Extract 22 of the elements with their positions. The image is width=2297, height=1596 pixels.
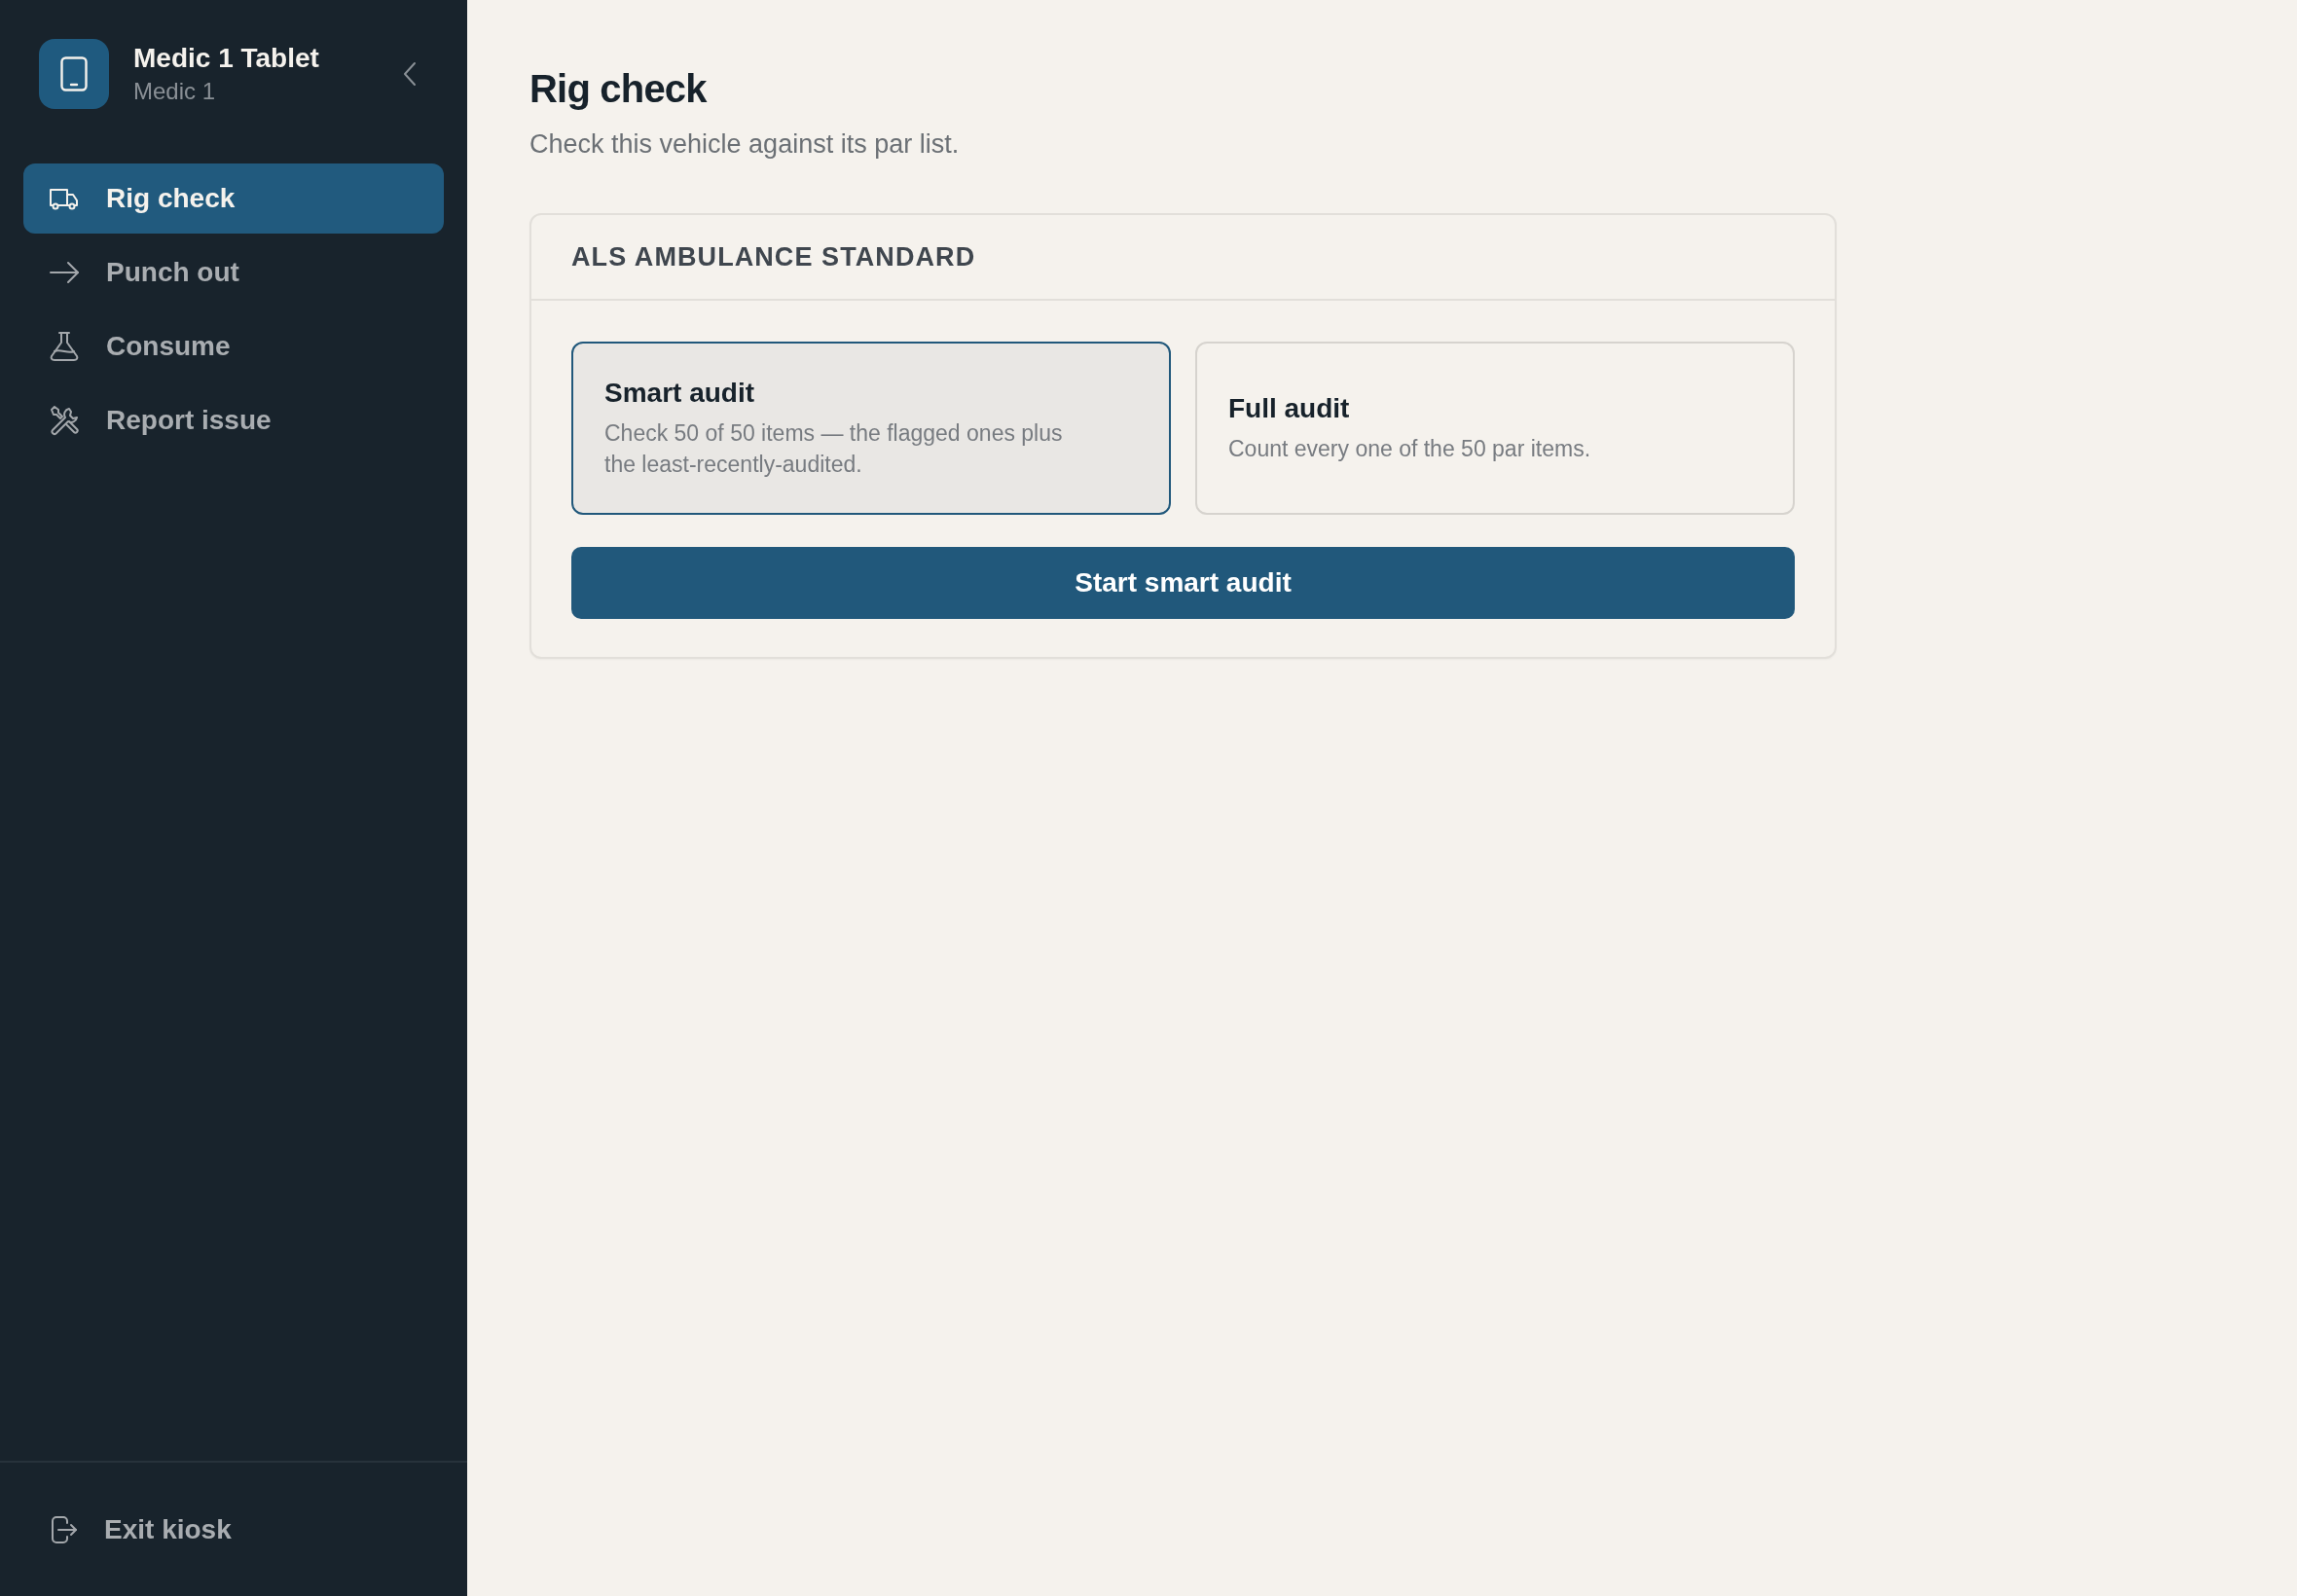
chevron-left-icon[interactable] xyxy=(403,61,417,87)
nav-item[interactable]: Consume xyxy=(23,311,444,381)
audit-option[interactable]: Full audit Count every one of the 50 par items. xyxy=(1195,342,1795,515)
option-title: Full audit xyxy=(1228,392,1350,425)
start-audit-button[interactable]: Start smart audit xyxy=(571,547,1795,619)
device-subtitle: Medic 1 xyxy=(133,77,217,106)
wrench-screwdriver-icon xyxy=(49,405,80,436)
page-subtitle: Check this vehicle against its par list. xyxy=(529,128,961,161)
nav-item[interactable]: Rig check xyxy=(23,163,444,234)
flask-icon xyxy=(49,331,80,362)
page-title: Rig check xyxy=(529,66,709,112)
exit-kiosk-button[interactable]: Exit kiosk xyxy=(23,1495,444,1565)
option-title: Smart audit xyxy=(604,377,755,410)
tablet-icon xyxy=(39,39,109,109)
exit-door-icon xyxy=(51,1515,78,1544)
device-title: Medic 1 Tablet xyxy=(133,42,320,75)
option-description: Count every one of the 50 par items. xyxy=(1228,435,1591,463)
option-description: Check 50 of 50 items — the flagged ones plus the least-recently-audited. xyxy=(604,419,1064,479)
card-title: ALS AMBULANCE STANDARD xyxy=(571,240,976,273)
audit-option[interactable]: Smart audit Check 50 of 50 items — the flagged ones plus the least-recently-audited. xyxy=(571,342,1171,515)
nav-item[interactable]: Report issue xyxy=(23,385,444,455)
nav-item[interactable]: Punch out xyxy=(23,237,444,308)
